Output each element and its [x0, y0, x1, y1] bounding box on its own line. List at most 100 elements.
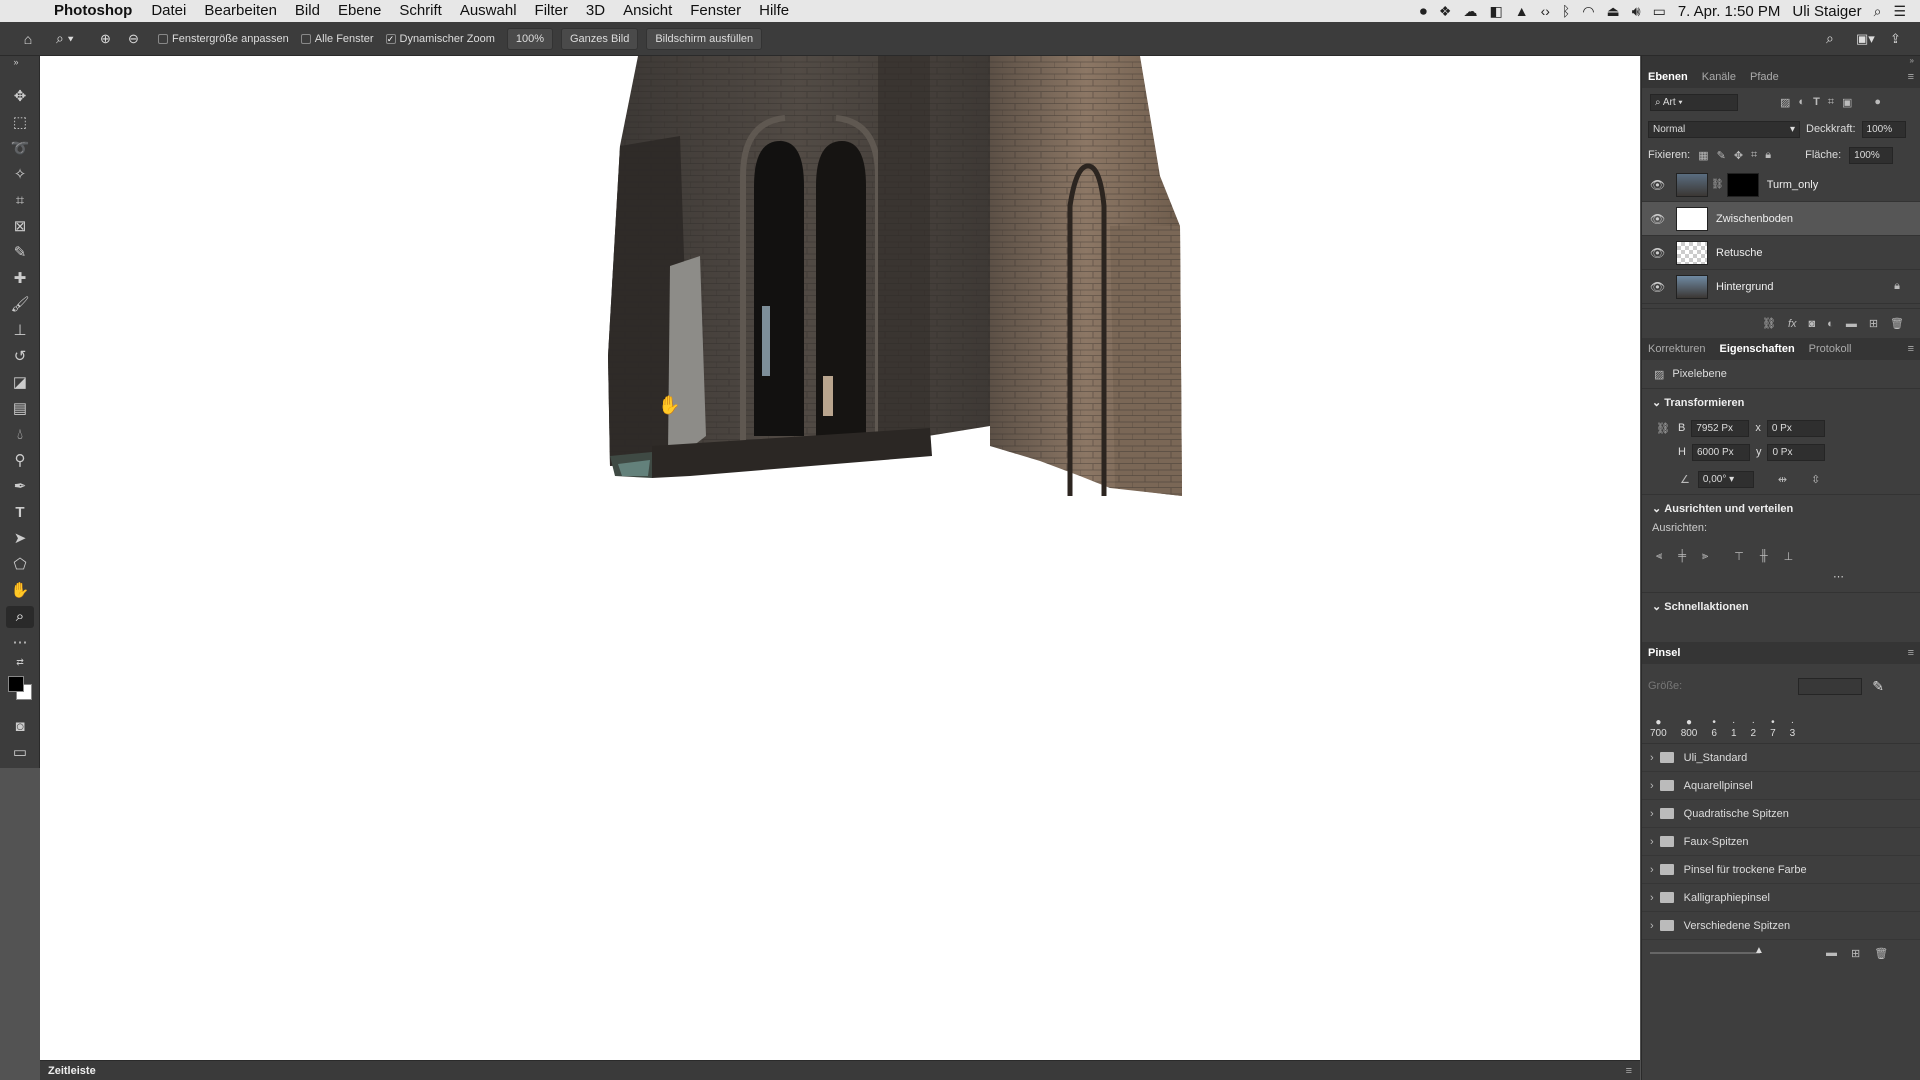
- brush-preset[interactable]: ● 800: [1681, 717, 1698, 739]
- document-canvas[interactable]: ✋: [40, 56, 1640, 1060]
- filter-toggle-icon[interactable]: ●: [1874, 96, 1881, 108]
- tab-eigenschaften[interactable]: Eigenschaften: [1719, 343, 1794, 355]
- user-name[interactable]: Uli Staiger: [1792, 3, 1861, 20]
- healing-brush-tool-icon[interactable]: ✚: [6, 268, 34, 290]
- move-tool-icon[interactable]: ✥: [6, 86, 34, 108]
- align-section-header[interactable]: ⌄ Ausrichten und verteilen: [1642, 494, 1920, 522]
- volume-icon[interactable]: 🔊︎: [1632, 3, 1641, 20]
- link-proportions-icon[interactable]: ⛓: [1656, 422, 1672, 435]
- zoom-in-icon[interactable]: ⊕: [100, 31, 128, 47]
- filter-type-icon[interactable]: T: [1813, 96, 1820, 108]
- frame-tool-icon[interactable]: ⊠: [6, 216, 34, 238]
- align-left-icon[interactable]: ⫷: [1656, 550, 1662, 563]
- new-group-icon[interactable]: ▬: [1846, 318, 1857, 330]
- screen-mode-icon[interactable]: ▭: [6, 742, 34, 764]
- width-field[interactable]: 7952 Px: [1691, 419, 1750, 437]
- brush-preset[interactable]: • 7: [1770, 717, 1776, 739]
- menu-filter[interactable]: Filter: [526, 0, 577, 22]
- y-field[interactable]: 0 Px: [1767, 443, 1826, 461]
- record-icon[interactable]: ⏺: [1420, 3, 1427, 20]
- delete-brush-icon[interactable]: 🗑︎: [1874, 947, 1888, 960]
- share-icon[interactable]: ⇪: [1890, 31, 1920, 47]
- eyedropper-tool-icon[interactable]: ✎: [6, 242, 34, 264]
- align-middle-v-icon[interactable]: ╫: [1760, 550, 1768, 562]
- panel-menu-icon[interactable]: ≡: [1626, 1065, 1632, 1077]
- transform-section-header[interactable]: ⌄ Transformieren: [1642, 388, 1920, 416]
- hand-tool-icon[interactable]: ✋: [6, 580, 34, 602]
- display-icon[interactable]: ▭: [1653, 3, 1666, 20]
- type-tool-icon[interactable]: T: [6, 502, 34, 524]
- layer-row-turm-only[interactable]: 👁︎ ⛓ Turm_only: [1642, 168, 1920, 202]
- brush-folder-row[interactable]: › Kalligraphiepinsel: [1642, 884, 1920, 912]
- panel-collapse-icon[interactable]: »: [1642, 56, 1920, 66]
- home-icon[interactable]: ⌂: [0, 31, 56, 47]
- app-status-icon[interactable]: ◧: [1489, 3, 1502, 20]
- creative-cloud-icon[interactable]: ☁: [1463, 3, 1477, 20]
- lock-transparent-icon[interactable]: ▦: [1698, 149, 1708, 162]
- bluetooth-icon[interactable]: ᛒ: [1562, 3, 1570, 19]
- chevron-right-icon[interactable]: ›: [1650, 836, 1654, 848]
- clone-stamp-tool-icon[interactable]: ⊥: [6, 320, 34, 342]
- filter-adjustment-icon[interactable]: ◐: [1798, 96, 1805, 108]
- tab-protokoll[interactable]: Protokoll: [1809, 343, 1852, 355]
- brush-preset[interactable]: ● 700: [1650, 717, 1667, 739]
- gradient-tool-icon[interactable]: ▤: [6, 398, 34, 420]
- code-icon[interactable]: ‹›: [1541, 3, 1550, 19]
- link-icon[interactable]: ⛓: [1711, 179, 1724, 190]
- all-windows-checkbox[interactable]: Alle Fenster: [300, 33, 374, 45]
- chevron-right-icon[interactable]: ›: [1650, 780, 1654, 792]
- align-top-icon[interactable]: ⊤: [1734, 550, 1744, 563]
- notification-center-icon[interactable]: ☰: [1893, 3, 1906, 20]
- chevron-right-icon[interactable]: ›: [1650, 892, 1654, 904]
- delete-layer-icon[interactable]: 🗑︎: [1890, 317, 1904, 330]
- brush-folder-row[interactable]: › Verschiedene Spitzen: [1642, 912, 1920, 940]
- swap-colors-icon[interactable]: ⇄: [6, 656, 34, 668]
- brush-folder-row[interactable]: › Pinsel für trockene Farbe: [1642, 856, 1920, 884]
- x-field[interactable]: 0 Px: [1766, 419, 1825, 437]
- tab-korrekturen[interactable]: Korrekturen: [1648, 343, 1705, 355]
- align-right-icon[interactable]: ⫸: [1702, 550, 1708, 563]
- chevron-right-icon[interactable]: ›: [1650, 920, 1654, 932]
- menu-hilfe[interactable]: Hilfe: [750, 0, 798, 22]
- brush-preset[interactable]: · 2: [1751, 717, 1757, 739]
- brush-folder-row[interactable]: › Quadratische Spitzen: [1642, 800, 1920, 828]
- visibility-eye-icon[interactable]: 👁︎: [1650, 178, 1668, 192]
- add-mask-icon[interactable]: ◙: [1809, 318, 1816, 330]
- angle-field[interactable]: 0,00° ▾: [1697, 470, 1754, 488]
- filter-smart-object-icon[interactable]: ▣: [1842, 96, 1852, 109]
- link-layers-icon[interactable]: ⛓: [1762, 317, 1776, 330]
- visibility-eye-icon[interactable]: 👁︎: [1650, 212, 1668, 226]
- chevron-right-icon[interactable]: ›: [1650, 752, 1654, 764]
- brush-preset[interactable]: • 6: [1711, 717, 1717, 739]
- workspace-icon[interactable]: ▣▾: [1856, 31, 1890, 47]
- tab-kanaele[interactable]: Kanäle: [1702, 71, 1736, 83]
- foreground-color-swatch[interactable]: [8, 676, 24, 692]
- shape-tool-icon[interactable]: ⬠: [6, 554, 34, 576]
- align-bottom-icon[interactable]: ⊥: [1784, 550, 1794, 563]
- panel-menu-icon[interactable]: ≡: [1908, 71, 1914, 83]
- brush-folder-row[interactable]: › Aquarellpinsel: [1642, 772, 1920, 800]
- zoom-value-field[interactable]: 100%: [506, 27, 553, 50]
- adjustment-layer-icon[interactable]: ◐: [1827, 318, 1834, 330]
- brush-settings-icon[interactable]: ✎: [1872, 678, 1884, 695]
- chevron-right-icon[interactable]: ›: [1650, 864, 1654, 876]
- tab-ebenen[interactable]: Ebenen: [1648, 71, 1688, 83]
- layer-mask-thumbnail[interactable]: [1726, 172, 1759, 197]
- clock[interactable]: 7. Apr. 1:50 PM: [1678, 3, 1781, 20]
- filter-pixel-icon[interactable]: ▨: [1780, 96, 1790, 109]
- new-layer-icon[interactable]: ⊞: [1869, 317, 1878, 330]
- search-icon[interactable]: ⌕: [1826, 30, 1856, 47]
- brush-folder-row[interactable]: › Uli_Standard: [1642, 744, 1920, 772]
- resize-windows-checkbox[interactable]: Fenstergröße anpassen: [158, 33, 289, 45]
- collapse-icon[interactable]: »: [2, 56, 30, 68]
- lock-paint-icon[interactable]: ✎: [1717, 149, 1726, 162]
- more-tools-icon[interactable]: ⋯: [6, 632, 34, 654]
- app-menu[interactable]: Photoshop: [42, 0, 142, 22]
- panel-menu-icon[interactable]: ≡: [1908, 343, 1914, 355]
- wifi-icon[interactable]: ◠: [1582, 3, 1594, 20]
- spotlight-icon[interactable]: ⌕: [1874, 3, 1882, 20]
- crop-tool-icon[interactable]: ⌗: [6, 190, 34, 212]
- lock-artboard-icon[interactable]: ⌗: [1751, 149, 1757, 162]
- tab-pinsel[interactable]: Pinsel: [1648, 647, 1680, 659]
- filter-shape-icon[interactable]: ⌗: [1828, 96, 1834, 109]
